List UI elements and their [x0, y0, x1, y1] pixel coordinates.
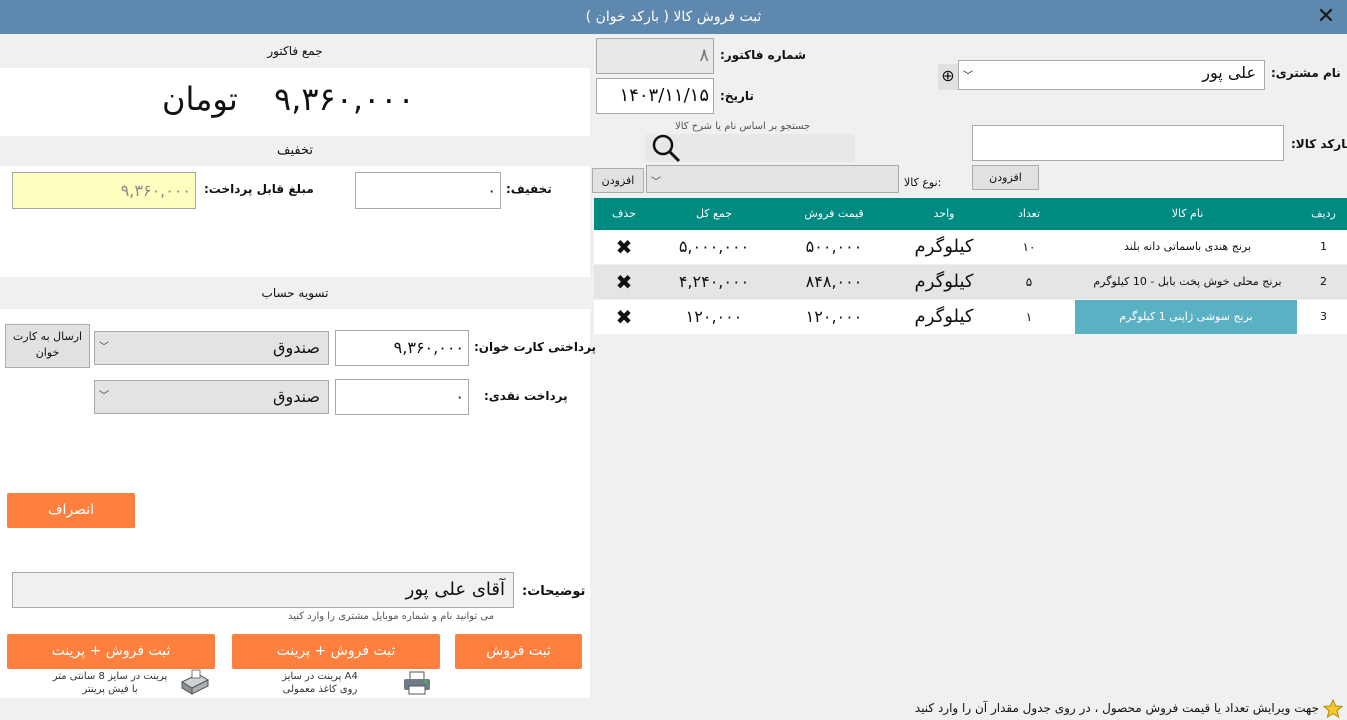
star-icon — [1322, 698, 1344, 719]
row-qty[interactable]: ۱۰ — [994, 230, 1064, 264]
table-header: ردیف نام کالا تعداد واحد قیمت فروش جمع ک… — [594, 198, 1347, 230]
column-header: قیمت فروش — [804, 207, 864, 220]
notes-hint: می توانید نام و شماره موبایل مشتری را وا… — [288, 611, 495, 622]
printer-icon — [402, 670, 432, 696]
column-header: تعداد — [1017, 207, 1041, 220]
search-add-button[interactable]: افزودن — [592, 168, 644, 193]
save-button[interactable]: ثبت فروش — [455, 634, 582, 669]
invoice-number-field: ۸ — [596, 38, 714, 74]
a4-caption-line-2: روی کاغذ معمولی — [282, 684, 358, 695]
card-payment-label: پرداختی کارت خوان: — [474, 340, 597, 354]
notes-label: توضیحات: — [522, 584, 586, 599]
invoice-total-header: جمع فاکتور — [0, 34, 590, 68]
a4-caption: پرینت در سایز A4 روی کاغذ معمولی — [260, 670, 380, 696]
delete-icon[interactable]: ✖ — [594, 265, 654, 299]
row-index: 1 — [1320, 240, 1327, 253]
row-price[interactable]: ۵۰۰,۰۰۰ — [774, 230, 894, 264]
chevron-down-icon: ﹀ — [99, 391, 109, 402]
row-name-selected[interactable]: برنج سوشی ژاپنی 1 کیلوگرم — [1075, 300, 1297, 334]
column-header: حذف — [612, 207, 636, 220]
customer-select[interactable]: علی پور ﹀ — [958, 60, 1265, 90]
8cm-caption-line-2: با فیش پرینتر — [82, 684, 138, 695]
8cm-caption-line-1: پرینت در سایز 8 سانتی متر — [52, 671, 168, 682]
barcode-input[interactable] — [972, 125, 1284, 161]
barcode-add-button[interactable]: افزودن — [972, 165, 1039, 190]
add-customer-icon[interactable]: ⊕ — [938, 64, 958, 90]
column-header: واحد — [933, 207, 955, 220]
row-total: ۴,۲۴۰,۰۰۰ — [678, 272, 750, 291]
payable-label: مبلغ قابل پرداخت: — [204, 182, 314, 196]
discount-label: تخفیف: — [506, 182, 552, 196]
date-input[interactable]: ۱۴۰۳/۱۱/۱۵ — [596, 78, 714, 114]
window-title: ثبت فروش کالا ( بارکد خوان ) — [585, 9, 762, 25]
discount-header: تخفیف — [0, 136, 590, 166]
settlement-header: تسویه حساب — [0, 277, 590, 309]
row-index: 3 — [1320, 310, 1327, 323]
row-name[interactable]: برنج محلی خوش پخت بابل - 10 کیلوگرم — [1075, 265, 1300, 299]
search-icon[interactable] — [650, 132, 682, 164]
cash-payment-label: پرداخت نقدی: — [484, 389, 568, 403]
card-account-select[interactable]: صندوق ﹀ — [94, 331, 329, 365]
card-account-value: صندوق — [273, 338, 320, 357]
table-row[interactable]: 1 برنج هندی باسماتی دانه بلند ۱۰ کیلوگرم… — [594, 230, 1347, 264]
invoice-currency: تومان — [162, 80, 238, 118]
row-index: 2 — [1320, 275, 1327, 288]
save-print-a4-button[interactable]: ثبت فروش + پرینت — [232, 634, 440, 669]
search-hint: جستجو بر اساس نام یا شرح کالا — [675, 121, 811, 132]
table-row[interactable]: 3 برنج سوشی ژاپنی 1 کیلوگرم ۱ کیلوگرم ۱۲… — [594, 300, 1347, 334]
8cm-caption: پرینت در سایز 8 سانتی متر با فیش پرینتر — [40, 670, 180, 696]
row-unit: کیلوگرم — [914, 306, 974, 327]
row-name[interactable]: برنج هندی باسماتی دانه بلند — [1075, 230, 1300, 264]
receipt-printer-icon — [178, 668, 210, 696]
cash-account-value: صندوق — [273, 387, 320, 406]
row-unit: کیلوگرم — [914, 271, 974, 292]
table-row[interactable]: 2 برنج محلی خوش پخت بابل - 10 کیلوگرم ۵ … — [594, 265, 1347, 299]
date-label: تاریخ: — [720, 89, 754, 103]
cash-account-select[interactable]: صندوق ﹀ — [94, 380, 329, 414]
invoice-number-label: شماره فاکتور: — [720, 48, 806, 62]
column-header: نام کالا — [1171, 207, 1204, 220]
status-text: جهت ویرایش تعداد یا قیمت فروش محصول ، در… — [914, 701, 1319, 715]
delete-icon[interactable]: ✖ — [594, 300, 654, 334]
column-header: جمع کل — [695, 207, 733, 220]
row-qty[interactable]: ۱ — [994, 300, 1064, 334]
notes-input[interactable]: آقای علی پور — [12, 572, 514, 608]
delete-icon[interactable]: ✖ — [594, 230, 654, 264]
column-header: ردیف — [1311, 207, 1336, 220]
product-type-select[interactable]: ﹀ — [646, 165, 899, 193]
row-total: ۱۲۰,۰۰۰ — [685, 307, 743, 326]
product-type-label: نوع کالا: — [904, 176, 942, 189]
customer-value: علی پور — [1202, 63, 1256, 82]
row-unit: کیلوگرم — [914, 236, 974, 257]
save-print-8cm-button[interactable]: ثبت فروش + پرینت — [7, 634, 215, 669]
chevron-down-icon: ﹀ — [651, 177, 661, 188]
a4-caption-line-1: پرینت در سایز A4 — [282, 671, 358, 682]
invoice-total-area: ۹,۳۶۰,۰۰۰ تومان — [0, 70, 590, 134]
chevron-down-icon: ﹀ — [99, 342, 109, 353]
row-total: ۵,۰۰۰,۰۰۰ — [678, 237, 750, 256]
barcode-label: بارکد کالا: — [1291, 137, 1347, 151]
cancel-button[interactable]: انصراف — [7, 493, 135, 528]
send-to-card-reader-button[interactable]: ارسال به کارت خوان — [5, 324, 90, 368]
row-qty[interactable]: ۵ — [994, 265, 1064, 299]
row-price[interactable]: ۸۴۸,۰۰۰ — [774, 265, 894, 299]
invoice-total-amount: ۹,۳۶۰,۰۰۰ — [274, 80, 415, 118]
close-icon[interactable]: ✕ — [1313, 4, 1339, 30]
payable-field: ۹,۳۶۰,۰۰۰ — [12, 172, 196, 209]
cash-payment-input[interactable]: ۰ — [335, 379, 469, 415]
card-payment-input[interactable]: ۹,۳۶۰,۰۰۰ — [335, 330, 469, 366]
status-bar: جهت ویرایش تعداد یا قیمت فروش محصول ، در… — [0, 698, 1347, 720]
chevron-down-icon: ﹀ — [963, 71, 973, 82]
row-price[interactable]: ۱۲۰,۰۰۰ — [774, 300, 894, 334]
customer-label: نام مشتری: — [1271, 66, 1341, 80]
discount-input[interactable]: ۰ — [355, 172, 501, 209]
